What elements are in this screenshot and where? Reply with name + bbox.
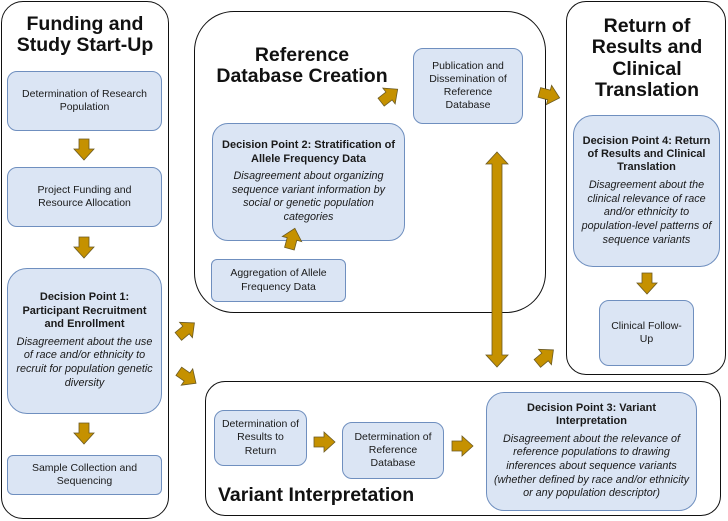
decision-point-title: Decision Point 3: Variant Interpretation bbox=[527, 401, 656, 428]
step-label: Aggregation of Allele Frequency Data bbox=[230, 267, 327, 293]
step-determination-results-to-return: Determination of Results to Return bbox=[214, 410, 307, 466]
step-label: Publication and Dissemination of Referen… bbox=[429, 59, 507, 112]
decision-point-title: Decision Point 4: Return of Results and … bbox=[582, 134, 711, 174]
step-label: Sample Collection and Sequencing bbox=[31, 461, 138, 487]
step-label: Project Funding and Resource Allocation bbox=[37, 183, 132, 209]
workflow-diagram: Funding and Study Start-Up Determination… bbox=[0, 0, 728, 521]
decision-point-2: Decision Point 2: Stratification of Alle… bbox=[212, 123, 405, 241]
step-publication-dissemination: Publication and Dissemination of Referen… bbox=[413, 48, 523, 124]
decision-point-description: Disagreement about the use of race and/o… bbox=[16, 335, 153, 389]
decision-point-description: Disagreement about organizing sequence v… bbox=[231, 170, 386, 224]
section-title-reference-database: Reference Database Creation bbox=[216, 44, 388, 88]
section-title-variant-interpretation: Variant Interpretation bbox=[218, 484, 415, 506]
step-aggregation-allele-frequency: Aggregation of Allele Frequency Data bbox=[211, 259, 346, 302]
arrow-down-right-icon bbox=[175, 366, 197, 386]
step-label: Determination of Research Population bbox=[22, 87, 147, 113]
step-clinical-follow-up: Clinical Follow-Up bbox=[599, 300, 694, 366]
decision-point-title: Decision Point 1: Participant Recruitmen… bbox=[22, 291, 147, 331]
decision-point-title: Decision Point 2: Stratification of Alle… bbox=[222, 139, 395, 165]
decision-point-3: Decision Point 3: Variant Interpretation… bbox=[486, 392, 697, 511]
decision-point-4: Decision Point 4: Return of Results and … bbox=[573, 115, 720, 267]
decision-point-description: Disagreement about the relevance of refe… bbox=[493, 432, 690, 500]
section-title-funding: Funding and Study Start-Up bbox=[16, 13, 154, 57]
step-label: Determination of Results to Return bbox=[221, 418, 300, 457]
arrow-up-right-icon bbox=[533, 348, 554, 368]
step-determination-reference-database: Determination of Reference Database bbox=[342, 422, 444, 479]
decision-point-description: Disagreement about the clinical relevanc… bbox=[581, 178, 712, 246]
step-label: Clinical Follow-Up bbox=[611, 319, 682, 345]
step-sample-collection: Sample Collection and Sequencing bbox=[7, 455, 162, 495]
step-label: Determination of Reference Database bbox=[354, 430, 432, 470]
step-project-funding: Project Funding and Resource Allocation bbox=[7, 167, 162, 227]
section-title-return-of-results: Return of Results and Clinical Translati… bbox=[591, 15, 703, 102]
decision-point-1: Decision Point 1: Participant Recruitmen… bbox=[7, 268, 162, 414]
arrow-up-right-icon bbox=[174, 321, 195, 341]
step-determination-research-population: Determination of Research Population bbox=[7, 71, 162, 131]
